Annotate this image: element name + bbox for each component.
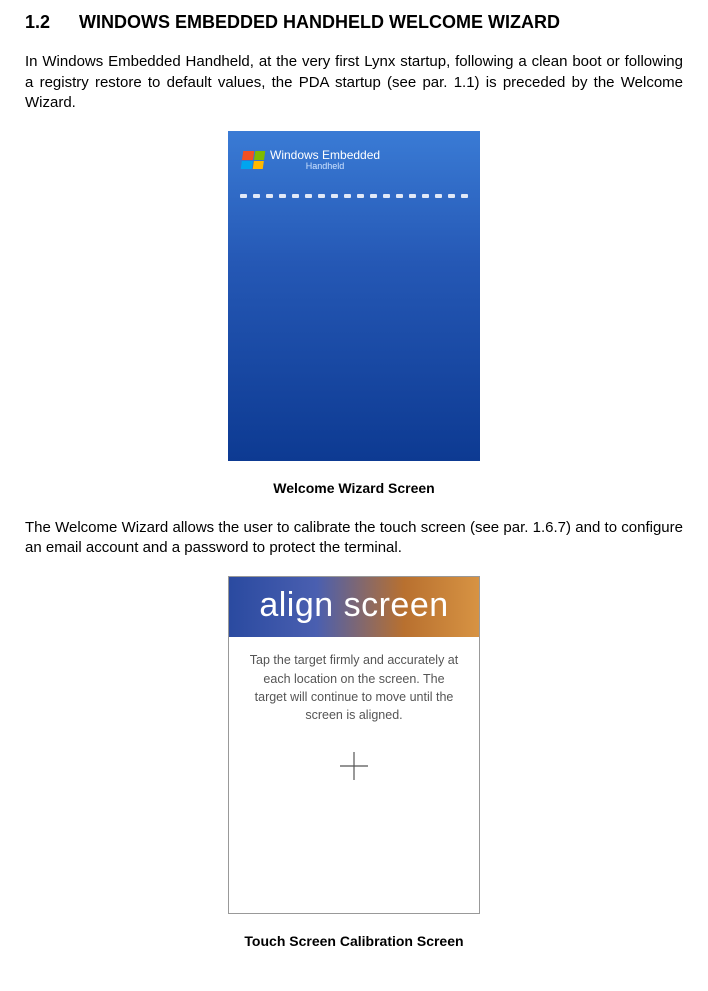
calibration-screenshot: align screen Tap the target firmly and a…	[228, 576, 480, 914]
figure-2-caption: Touch Screen Calibration Screen	[25, 932, 683, 951]
section-heading: 1.2 WINDOWS EMBEDDED HANDHELD WELCOME WI…	[25, 10, 683, 34]
calibration-target-icon	[339, 751, 369, 781]
figure-1-caption: Welcome Wizard Screen	[25, 479, 683, 498]
section-title: WINDOWS EMBEDDED HANDHELD WELCOME WIZARD	[79, 12, 560, 32]
brand-line-1: Windows Embedded	[270, 149, 380, 162]
intro-paragraph: In Windows Embedded Handheld, at the ver…	[25, 52, 683, 113]
brand-line-2: Handheld	[270, 162, 380, 171]
section-number: 1.2	[25, 10, 50, 34]
progress-dots	[228, 191, 480, 201]
welcome-wizard-screenshot: Windows Embedded Handheld	[228, 131, 480, 461]
screenshot-brand-bar: Windows Embedded Handheld	[242, 149, 380, 171]
align-screen-instructions: Tap the target firmly and accurately at …	[229, 637, 479, 738]
figure-2: align screen Tap the target firmly and a…	[25, 576, 683, 951]
figure-1: Windows Embedded Handheld Welcome Wizard…	[25, 131, 683, 498]
mid-paragraph: The Welcome Wizard allows the user to ca…	[25, 518, 683, 559]
windows-flag-icon	[241, 151, 266, 169]
align-screen-header: align screen	[229, 577, 479, 637]
screenshot-brand-text: Windows Embedded Handheld	[270, 149, 380, 171]
